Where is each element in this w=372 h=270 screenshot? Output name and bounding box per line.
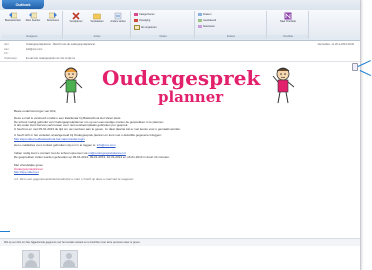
group-label-onenote: OneNote [268, 35, 308, 39]
logo-title: Oudergesprek [102, 66, 261, 90]
paragraph-contact: Indien nodig kunt u contact met de schoo… [14, 151, 170, 159]
ribbon-group-options: Categoriseren Opvolging Als ongelezen Op… [132, 11, 195, 39]
outlook-message-window: Outlook Beantwoorden Allen beantw. Doors… [0, 0, 361, 270]
folder-icon [93, 13, 101, 20]
forward-button[interactable]: Doorsturen [44, 12, 62, 22]
to-value[interactable]: info@xxx.com [26, 48, 42, 51]
forward-icon [49, 12, 57, 19]
category-icon [134, 13, 138, 16]
message-header: Van: Oudergesprekplanner - Bericht van de… [0, 41, 360, 62]
people-pane-bar[interactable]: Klik op een foto om hier bijgewoonde geg… [0, 238, 360, 246]
annotation-arrow-left [0, 231, 10, 232]
login-link[interactable]: http://app.oklet.net/basisschool-het-var… [14, 137, 344, 142]
scroll-knob[interactable] [352, 63, 358, 71]
mark-unread-button[interactable]: Als ongelezen [134, 25, 157, 30]
select-icon [198, 25, 202, 28]
paragraph-login: U heeft zich in het verleden al aangemel… [14, 133, 344, 142]
office-button[interactable]: Outlook [2, 0, 44, 9]
sent-date: Verzonden: zo 20-1-2013 20:32 [317, 43, 354, 46]
paragraph-intro: Deze e-mail is verstuurd omdat u een kla… [14, 116, 181, 131]
message-body: Oudergesprek planner Beste ouder/verzorg… [0, 62, 360, 230]
oudergesprek-logo: Oudergesprek planner [50, 64, 300, 108]
child-figure-right-icon [272, 67, 295, 104]
annotation-arrow-top-lower [359, 70, 372, 77]
logo-subtitle: planner [158, 88, 224, 106]
people-pane-text: Klik op een foto om hier bijgewoonde geg… [4, 241, 141, 244]
reply-button[interactable]: Beantwoorden [4, 12, 22, 22]
ribbon-group-actions: Verwijderen Verplaatsen Andere acties Ac… [64, 11, 131, 39]
greeting: Beste ouder/verzorger van Dirk, [14, 109, 57, 113]
people-pane [0, 246, 360, 270]
ribbon: Beantwoorden Allen beantw. Doorsturen Re… [0, 10, 360, 41]
group-label-actions: Acties [64, 35, 130, 39]
flag-icon [134, 19, 138, 22]
related-button[interactable]: Gerelateerd [198, 19, 216, 22]
group-label-find: Zoeken [196, 35, 266, 39]
ribbon-group-reply: Beantwoorden Allen beantw. Doorsturen Re… [2, 11, 63, 39]
to-row: Aan: info@xxx.com [4, 47, 43, 51]
reply-icon [9, 12, 17, 19]
find-button[interactable]: Zoeken [198, 13, 211, 16]
related-icon [198, 19, 202, 22]
cc-row: CC: [4, 52, 9, 55]
person-body-icon [63, 260, 75, 267]
select-button[interactable]: Selecteren [198, 25, 215, 28]
subject-value: E-mail van oudergesprek.net: het is tijd… [26, 56, 76, 60]
delete-icon [72, 12, 80, 20]
ribbon-group-onenote: Naar OneNote OneNote [268, 11, 309, 39]
ribbon-tab-bar: Outlook [0, 0, 360, 10]
group-label-reply: Reageren [2, 35, 62, 39]
person-head-icon [28, 253, 34, 259]
from-value[interactable]: Oudergesprekplanner - Bericht van de oud… [26, 43, 95, 46]
paragraph-email: Het e-mailadres voor contact gebruiken w… [14, 143, 116, 147]
onenote-button[interactable]: Naar OneNote [276, 12, 300, 23]
move-button[interactable]: Verplaatsen [87, 12, 107, 23]
avatar[interactable] [60, 250, 78, 268]
ribbon-group-find: Zoeken Gerelateerd Selecteren Zoeken [196, 11, 267, 39]
subject-row: Onderwerp: E-mail van oudergesprek.net: h… [4, 56, 76, 60]
group-label-options: Opties [132, 35, 194, 39]
from-row: Van: Oudergesprekplanner - Bericht van de… [4, 43, 96, 46]
person-body-icon [25, 260, 37, 267]
signature: Met vriendelijke groet, Oudergesprekplan… [14, 163, 344, 175]
signature-link[interactable]: http://app.oklet.net [14, 171, 344, 175]
other-actions-button[interactable]: Andere acties [108, 12, 128, 23]
actions-icon [114, 12, 122, 20]
onenote-icon [284, 12, 292, 20]
reply-all-button[interactable]: Allen beantw. [24, 12, 42, 22]
child-figure-left-icon [59, 67, 83, 104]
envelope-icon [134, 25, 140, 30]
followup-button[interactable]: Opvolging [134, 19, 150, 22]
search-icon [198, 13, 202, 16]
app-title: Outlook [15, 2, 31, 7]
reply-all-icon [29, 12, 37, 19]
categorize-button[interactable]: Categoriseren [134, 13, 155, 16]
delete-button[interactable]: Verwijderen [66, 12, 86, 23]
email-link[interactable]: info@xxx.com [97, 143, 116, 147]
avatar[interactable] [22, 250, 40, 268]
auto-mail-note: n.b. Dit is een gegenereerde/automatisch… [14, 177, 135, 181]
person-head-icon [66, 253, 72, 259]
